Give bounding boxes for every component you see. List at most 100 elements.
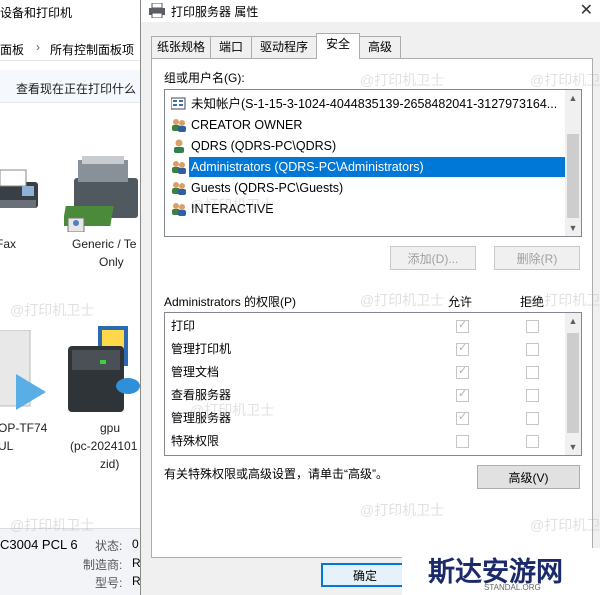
address-bar[interactable]: 面板 › 所有控制面板项 bbox=[0, 36, 140, 61]
users-listbox[interactable]: 未知帐户(S-1-15-3-1024-4044835139-2658482041… bbox=[164, 89, 582, 237]
deny-checkbox[interactable] bbox=[526, 389, 539, 402]
deny-checkbox[interactable] bbox=[526, 412, 539, 425]
user-name: INTERACTIVE bbox=[191, 202, 274, 216]
scroll-up-icon[interactable]: ▲ bbox=[565, 90, 581, 106]
permission-row: 管理文档 ✓ bbox=[171, 361, 566, 384]
allow-checkbox[interactable]: ✓ bbox=[456, 411, 469, 425]
device-label: Fax bbox=[0, 237, 17, 251]
permission-row: 特殊权限 bbox=[171, 430, 566, 453]
logo-subtext: STANDAL.ORG bbox=[484, 583, 541, 592]
scroll-thumb[interactable] bbox=[567, 134, 579, 218]
unknown-account-icon bbox=[170, 97, 187, 111]
remove-button[interactable]: 删除(R) bbox=[494, 246, 580, 270]
check-icon: ✓ bbox=[458, 388, 468, 400]
devices-and-printers-window: 设备和打印机 面板 › 所有控制面板项 查看现在正在打印什么 Fax Gener… bbox=[0, 0, 140, 595]
site-logo: 斯达安游网 STANDAL.ORG bbox=[402, 548, 600, 595]
tab-advanced[interactable]: 高级 bbox=[359, 36, 401, 58]
add-button[interactable]: 添加(D)... bbox=[390, 246, 476, 270]
device-label-line3: zid) bbox=[100, 457, 120, 471]
allow-column-header: 允许 bbox=[448, 295, 473, 309]
permission-name: 管理服务器 bbox=[171, 411, 232, 425]
printer-icon[interactable] bbox=[62, 148, 140, 233]
details-pane: C3004 PCL 6 状态: 0 制造商: R 型号: R bbox=[0, 528, 140, 595]
tab-drivers[interactable]: 驱动程序 bbox=[251, 36, 317, 58]
user-icon bbox=[171, 139, 187, 153]
breadcrumb-segment[interactable]: 面板 bbox=[0, 41, 24, 58]
allow-checkbox[interactable]: ✓ bbox=[456, 342, 469, 356]
user-row[interactable]: CREATOR OWNER bbox=[169, 115, 559, 135]
drive-icon[interactable] bbox=[64, 322, 140, 414]
user-row[interactable]: Guests (QDRS-PC\Guests) bbox=[169, 178, 559, 198]
user-name: Guests (QDRS-PC\Guests) bbox=[191, 181, 344, 195]
tab-ports[interactable]: 端口 bbox=[210, 36, 252, 58]
users-icon bbox=[171, 202, 187, 216]
printer-server-icon bbox=[149, 2, 165, 19]
maker-label: 制造商: bbox=[83, 558, 123, 572]
breadcrumb-segment[interactable]: 所有控制面板项 bbox=[50, 41, 134, 58]
state-label: 状态: bbox=[95, 539, 123, 553]
model-label: 型号: bbox=[95, 576, 123, 590]
permission-row: 管理打印机 ✓ bbox=[171, 338, 566, 361]
user-row[interactable]: INTERACTIVE bbox=[169, 199, 559, 219]
groups-users-label: 组或用户名(G): bbox=[164, 71, 245, 85]
permission-name: 查看服务器 bbox=[171, 388, 232, 402]
permission-row: 管理服务器 ✓ bbox=[171, 407, 566, 430]
window-title: 设备和打印机 bbox=[0, 6, 73, 20]
deny-checkbox[interactable] bbox=[526, 435, 539, 448]
allow-checkbox[interactable]: ✓ bbox=[456, 365, 469, 379]
user-name: 未知帐户(S-1-15-3-1024-4044835139-2658482041… bbox=[191, 97, 558, 111]
users-scrollbar[interactable]: ▲ ▼ bbox=[565, 90, 581, 236]
dialog-title: 打印服务器 属性 bbox=[171, 5, 259, 19]
tab-paper-sizes[interactable]: 纸张规格 bbox=[151, 36, 211, 58]
allow-checkbox[interactable] bbox=[456, 435, 469, 448]
fax-icon[interactable] bbox=[0, 160, 48, 220]
permission-row: 打印 ✓ bbox=[171, 315, 566, 338]
permission-name: 特殊权限 bbox=[171, 434, 220, 448]
device-label-line2: UL bbox=[0, 439, 14, 453]
permissions-label: Administrators 的权限(P) bbox=[164, 295, 297, 309]
device-label: gpu bbox=[100, 421, 121, 435]
maker-value: R bbox=[132, 556, 140, 570]
deny-column-header: 拒绝 bbox=[520, 295, 545, 309]
deny-checkbox[interactable] bbox=[526, 343, 539, 356]
close-icon[interactable]: ✕ bbox=[580, 0, 593, 20]
scroll-down-icon[interactable]: ▼ bbox=[565, 439, 581, 455]
device-label: Generic / Te bbox=[72, 237, 137, 251]
printer-model-name: C3004 PCL 6 bbox=[0, 537, 78, 552]
permission-name: 打印 bbox=[171, 319, 196, 333]
permissions-list: 打印 ✓ 管理打印机 ✓ 管理文档 ✓ 查看服务器 ✓ 管理服务器 ✓ 特殊权限… bbox=[164, 312, 582, 456]
allow-checkbox[interactable]: ✓ bbox=[456, 388, 469, 402]
deny-checkbox[interactable] bbox=[526, 320, 539, 333]
computer-icon[interactable] bbox=[0, 329, 52, 410]
device-label: OP-TF74 bbox=[0, 421, 48, 435]
state-value: 0 bbox=[132, 537, 139, 551]
title-bar: 打印服务器 属性 ✕ bbox=[141, 0, 600, 22]
check-icon: ✓ bbox=[458, 411, 468, 423]
user-row-selected[interactable]: Administrators (QDRS-PC\Administrators) bbox=[169, 157, 565, 177]
user-name: QDRS (QDRS-PC\QDRS) bbox=[191, 139, 337, 153]
chevron-right-icon: › bbox=[36, 40, 40, 54]
user-row[interactable]: QDRS (QDRS-PC\QDRS) bbox=[169, 136, 559, 156]
permissions-scrollbar[interactable]: ▲ ▼ bbox=[565, 313, 581, 455]
scroll-up-icon[interactable]: ▲ bbox=[565, 313, 581, 329]
check-icon: ✓ bbox=[458, 342, 468, 354]
users-icon bbox=[171, 181, 187, 195]
print-server-properties-dialog: 打印服务器 属性 ✕ 纸张规格 端口 驱动程序 安全 高级 组或用户名(G): … bbox=[140, 0, 600, 595]
tab-security[interactable]: 安全 bbox=[316, 33, 360, 59]
see-printing-command[interactable]: 查看现在正在打印什么 bbox=[16, 80, 136, 97]
user-name: CREATOR OWNER bbox=[191, 118, 303, 132]
ok-button[interactable]: 确定 bbox=[321, 563, 409, 587]
check-icon: ✓ bbox=[458, 319, 468, 331]
permission-row: 查看服务器 ✓ bbox=[171, 384, 566, 407]
deny-checkbox[interactable] bbox=[526, 366, 539, 379]
device-label-line2: (pc-2024101 bbox=[70, 439, 138, 453]
advanced-button[interactable]: 高级(V) bbox=[477, 465, 580, 489]
scroll-down-icon[interactable]: ▼ bbox=[565, 220, 581, 236]
security-tab-page: 组或用户名(G): 未知帐户(S-1-15-3-1024-4044835139-… bbox=[151, 58, 593, 558]
user-row[interactable]: 未知帐户(S-1-15-3-1024-4044835139-2658482041… bbox=[169, 94, 559, 114]
advanced-hint-text: 有关特殊权限或高级设置，请单击“高级”。 bbox=[164, 467, 388, 481]
model-value: R bbox=[132, 574, 140, 588]
check-icon: ✓ bbox=[458, 365, 468, 377]
allow-checkbox[interactable]: ✓ bbox=[456, 319, 469, 333]
scroll-thumb[interactable] bbox=[567, 333, 579, 433]
